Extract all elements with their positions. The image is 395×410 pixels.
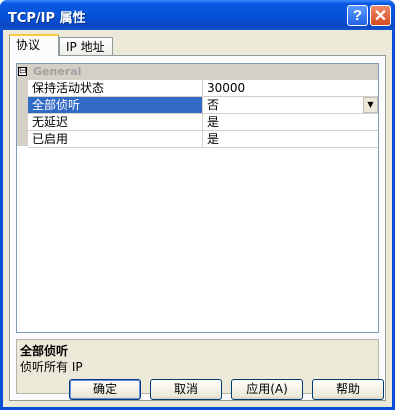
collapse-icon[interactable]: ⊟ [18, 67, 27, 76]
property-row-enabled[interactable]: 已启用 是 [28, 131, 378, 148]
dialog-window: TCP/IP 属性 ? ✕ 协议 IP 地址 ⊟ General 保持活动状态 … [0, 0, 395, 410]
tab-panel: ⊟ General 保持活动状态 30000 全部侦听 否 ▼ 无延迟 是 已启… [9, 55, 386, 401]
tab-protocol[interactable]: 协议 [9, 34, 59, 56]
property-row-keepalive[interactable]: 保持活动状态 30000 [28, 80, 378, 97]
property-row-listen-all[interactable]: 全部侦听 否 ▼ [28, 97, 378, 114]
property-grid: ⊟ General 保持活动状态 30000 全部侦听 否 ▼ 无延迟 是 已启… [16, 63, 379, 333]
help-button[interactable]: 帮助 [312, 379, 384, 400]
cancel-button[interactable]: 取消 [150, 379, 222, 400]
property-value[interactable]: 是 [203, 131, 378, 147]
apply-button[interactable]: 应用(A) [231, 379, 303, 400]
property-row-no-delay[interactable]: 无延迟 是 [28, 114, 378, 131]
property-value[interactable]: 是 [203, 114, 378, 130]
property-name: 无延迟 [28, 114, 203, 130]
ok-button[interactable]: 确定 [69, 379, 141, 400]
close-icon[interactable]: ✕ [370, 5, 391, 26]
category-label: General [33, 65, 82, 78]
window-title: TCP/IP 属性 [8, 11, 86, 26]
dialog-client: 协议 IP 地址 ⊟ General 保持活动状态 30000 全部侦听 否 ▼ [3, 30, 392, 407]
title-bar[interactable]: TCP/IP 属性 ? ✕ [0, 0, 395, 30]
help-icon[interactable]: ? [347, 5, 368, 26]
category-row-general[interactable]: ⊟ General [17, 64, 378, 80]
property-name: 全部侦听 [28, 97, 203, 113]
property-name: 已启用 [28, 131, 203, 147]
property-value-select[interactable]: 否 ▼ [203, 97, 378, 113]
description-text: 侦听所有 IP [20, 360, 83, 374]
chevron-down-icon[interactable]: ▼ [363, 97, 378, 113]
property-value[interactable]: 30000 [203, 80, 378, 96]
description-title: 全部侦听 [20, 344, 69, 358]
tab-ip-address[interactable]: IP 地址 [59, 37, 113, 57]
property-name: 保持活动状态 [28, 80, 203, 96]
selected-value: 否 [207, 98, 220, 112]
